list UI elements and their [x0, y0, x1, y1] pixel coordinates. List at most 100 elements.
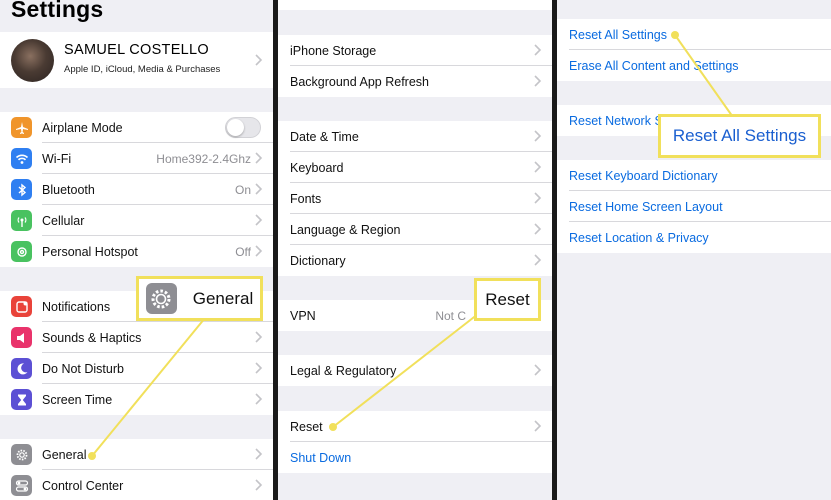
settings-row-cellular[interactable]: Cellular	[0, 205, 273, 236]
general-row-legal-regulatory[interactable]: Legal & Regulatory	[278, 355, 552, 386]
general-row-label: iPhone Storage	[290, 43, 377, 58]
settings-row-label: Wi-Fi	[42, 151, 72, 166]
reset-group: Reset Shut Down	[278, 411, 552, 473]
reset-location-privacy-button[interactable]: Reset Location & Privacy	[557, 222, 831, 253]
settings-row-label: Personal Hotspot	[42, 244, 138, 259]
chevron-right-icon	[252, 330, 264, 344]
settings-row-screen-time[interactable]: Screen Time	[0, 384, 273, 415]
settings-row-label: Screen Time	[42, 392, 113, 407]
callout-general: General	[136, 276, 263, 321]
reset-settings-group: Reset All Settings Erase All Content and…	[557, 19, 831, 81]
general-group: General Control Center	[0, 439, 273, 500]
chevron-right-icon	[531, 129, 543, 143]
settings-panel: Settings SAMUEL COSTELLO Apple ID, iClou…	[0, 0, 273, 500]
hourglass-icon	[11, 389, 32, 410]
general-row-label: Reset	[290, 419, 323, 434]
general-row-label: Fonts	[290, 191, 322, 206]
moon-icon	[11, 358, 32, 379]
page-title: Settings	[11, 0, 104, 22]
reset-option-label: Reset Location & Privacy	[569, 230, 709, 245]
airplane-icon	[11, 117, 32, 138]
general-row-dictionary[interactable]: Dictionary	[278, 245, 552, 276]
hotspot-value: Off	[235, 244, 251, 259]
reset-option-label: Reset Keyboard Dictionary	[569, 168, 718, 183]
reset-panel: Reset All Settings Erase All Content and…	[557, 0, 831, 500]
general-row-label: Dictionary	[290, 253, 346, 268]
general-row-label: Date & Time	[290, 129, 359, 144]
chevron-right-icon	[252, 478, 264, 492]
reset-option-label: Reset Home Screen Layout	[569, 199, 723, 214]
chevron-right-icon	[531, 43, 543, 57]
sounds-icon	[11, 327, 32, 348]
shut-down-button[interactable]: Shut Down	[278, 442, 552, 473]
settings-row-label: Notifications	[42, 299, 111, 314]
general-row-reset[interactable]: Reset	[278, 411, 552, 442]
top-partial-row	[278, 0, 552, 10]
chevron-right-icon	[252, 361, 264, 375]
reset-option-label: Reset Network Se	[569, 113, 670, 128]
profile-name: SAMUEL COSTELLO	[64, 42, 209, 58]
chevron-right-icon	[531, 253, 543, 267]
legal-group: Legal & Regulatory	[278, 355, 552, 386]
date-keyboard-group: Date & Time Keyboard Fonts Language & Re…	[278, 121, 552, 276]
chevron-right-icon	[252, 244, 264, 258]
settings-row-sounds[interactable]: Sounds & Haptics	[0, 322, 273, 353]
callout-reset-label: Reset	[485, 289, 530, 309]
chevron-right-icon	[252, 182, 264, 196]
erase-all-content-button[interactable]: Erase All Content and Settings	[557, 50, 831, 81]
gear-icon	[11, 444, 32, 465]
chevron-right-icon	[531, 363, 543, 377]
hotspot-icon	[11, 241, 32, 262]
avatar	[11, 39, 54, 82]
settings-row-label: Do Not Disturb	[42, 361, 124, 376]
settings-row-label: General	[42, 447, 87, 462]
general-row-language-region[interactable]: Language & Region	[278, 214, 552, 245]
reset-option-label: Erase All Content and Settings	[569, 58, 739, 73]
settings-row-wifi[interactable]: Wi-Fi Home392-2.4Ghz	[0, 143, 273, 174]
general-row-label: VPN	[290, 308, 316, 323]
profile-row[interactable]: SAMUEL COSTELLO Apple ID, iCloud, Media …	[0, 32, 273, 88]
bluetooth-icon	[11, 179, 32, 200]
cellular-icon	[11, 210, 32, 231]
wifi-network-value: Home392-2.4Ghz	[156, 151, 251, 166]
settings-row-bluetooth[interactable]: Bluetooth On	[0, 174, 273, 205]
profile-subtitle: Apple ID, iCloud, Media & Purchases	[64, 64, 221, 75]
bluetooth-value: On	[234, 182, 251, 197]
settings-row-airplane-mode[interactable]: Airplane Mode	[0, 112, 273, 143]
reset-other-group: Reset Keyboard Dictionary Reset Home Scr…	[557, 160, 831, 253]
chevron-right-icon	[531, 419, 543, 433]
reset-keyboard-dictionary-button[interactable]: Reset Keyboard Dictionary	[557, 160, 831, 191]
general-row-keyboard[interactable]: Keyboard	[278, 152, 552, 183]
general-row-date-time[interactable]: Date & Time	[278, 121, 552, 152]
chevron-right-icon	[531, 191, 543, 205]
settings-row-general[interactable]: General	[0, 439, 273, 470]
settings-row-do-not-disturb[interactable]: Do Not Disturb	[0, 353, 273, 384]
chevron-right-icon	[252, 151, 264, 165]
general-row-fonts[interactable]: Fonts	[278, 183, 552, 214]
reset-option-label: Reset All Settings	[569, 27, 667, 42]
chevron-right-icon	[252, 447, 264, 461]
reset-home-screen-layout-button[interactable]: Reset Home Screen Layout	[557, 191, 831, 222]
storage-group: iPhone Storage Background App Refresh	[278, 35, 552, 97]
reset-all-settings-button[interactable]: Reset All Settings	[557, 19, 831, 50]
callout-general-label: General	[192, 288, 254, 308]
chevron-right-icon	[531, 74, 543, 88]
chevron-right-icon	[531, 222, 543, 236]
general-row-label: Legal & Regulatory	[290, 363, 397, 378]
general-panel: iPhone Storage Background App Refresh Da…	[278, 0, 552, 500]
chevron-right-icon	[252, 392, 264, 406]
general-row-label: Background App Refresh	[290, 74, 429, 89]
general-row-label: Language & Region	[290, 222, 401, 237]
general-row-iphone-storage[interactable]: iPhone Storage	[278, 35, 552, 66]
shut-down-label: Shut Down	[290, 450, 352, 465]
callout-reset: Reset	[474, 278, 541, 321]
chevron-right-icon	[531, 160, 543, 174]
notifications-icon	[11, 296, 32, 317]
settings-row-control-center[interactable]: Control Center	[0, 470, 273, 500]
chevron-right-icon	[252, 53, 264, 67]
settings-row-label: Airplane Mode	[42, 120, 123, 135]
settings-row-personal-hotspot[interactable]: Personal Hotspot Off	[0, 236, 273, 267]
general-row-background-app-refresh[interactable]: Background App Refresh	[278, 66, 552, 97]
airplane-mode-toggle[interactable]	[225, 117, 261, 138]
callout-reset-all-settings: Reset All Settings	[658, 114, 821, 158]
